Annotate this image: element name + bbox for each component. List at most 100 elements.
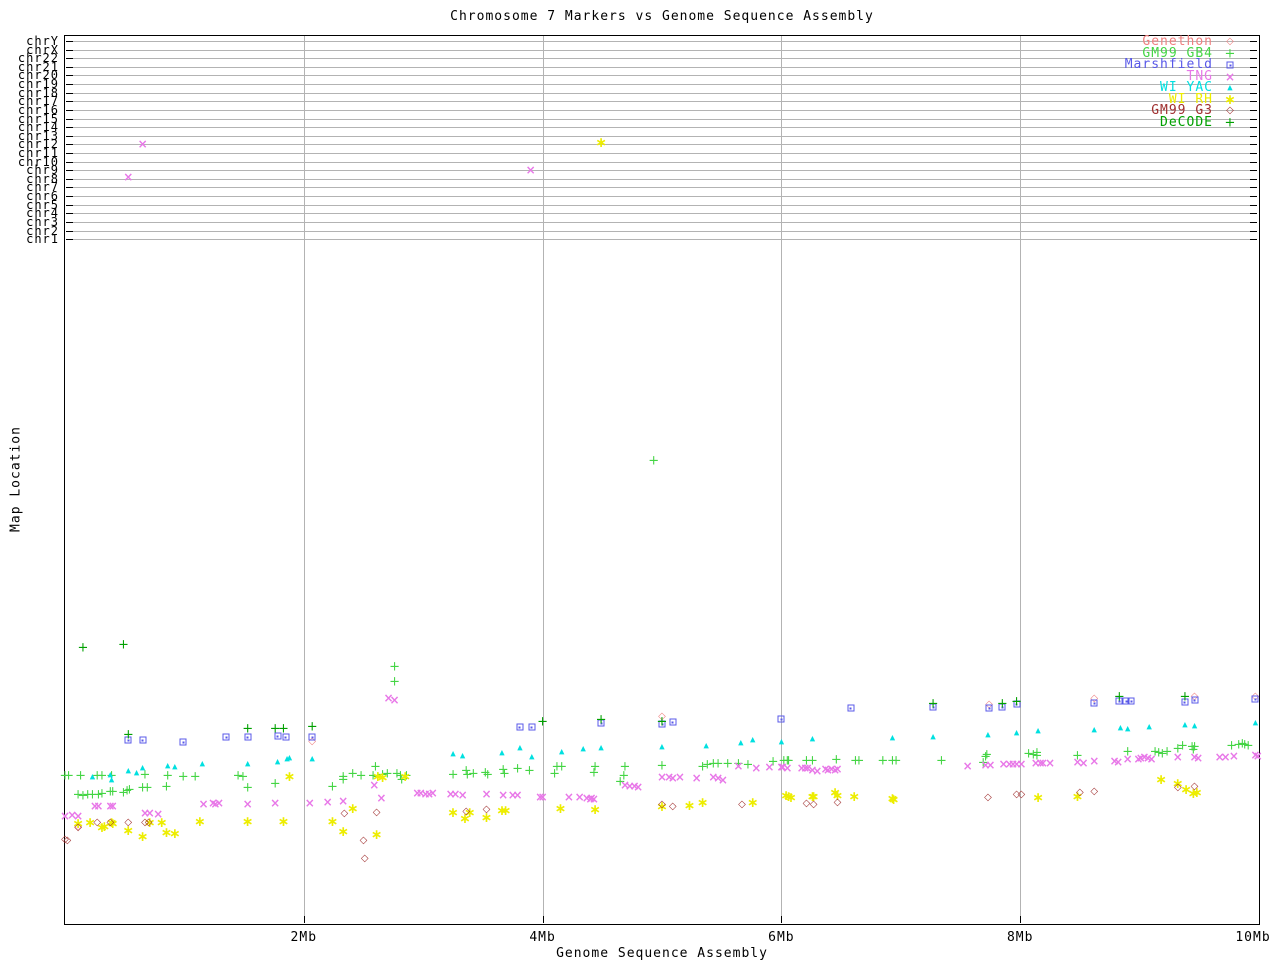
marker-tng: × bbox=[270, 796, 281, 810]
x-tick-label: 8Mb bbox=[1006, 930, 1034, 945]
left-tick bbox=[66, 178, 73, 180]
marker-decode: + bbox=[306, 719, 318, 735]
marker-tng: × bbox=[1045, 756, 1056, 770]
marker-wi-rh: ∗ bbox=[194, 814, 206, 830]
marker-tng: × bbox=[1089, 754, 1100, 768]
right-tick bbox=[1250, 101, 1257, 103]
marker-wi-yac: ▲ bbox=[703, 741, 709, 750]
marker-wi-rh: ∗ bbox=[595, 135, 607, 151]
marker-gm99-gb4: + bbox=[853, 753, 865, 769]
marker-wi-rh: ∗ bbox=[346, 801, 359, 817]
chromosome-gridline bbox=[66, 135, 1257, 137]
marker-gm99-g3: ◇ bbox=[360, 853, 369, 864]
right-tick bbox=[1250, 118, 1257, 120]
chromosome-gridline bbox=[66, 221, 1257, 223]
chart-canvas: Chromosome 7 Markers vs Genome Sequence … bbox=[0, 0, 1280, 961]
marker-wi-yac: ▲ bbox=[985, 730, 991, 739]
left-tick bbox=[66, 127, 73, 129]
chromosome-gridline bbox=[66, 152, 1257, 154]
marker-gm99-gb4: + bbox=[619, 759, 631, 775]
right-tick bbox=[1250, 196, 1257, 198]
marker-gm99-gb4: + bbox=[389, 659, 400, 675]
marker-wi-yac: ▲ bbox=[125, 766, 131, 775]
marker-wi-yac: ▲ bbox=[499, 748, 505, 757]
marker-tng: × bbox=[304, 796, 315, 810]
marker-gm99-gb4: + bbox=[648, 453, 660, 469]
marker-tng: × bbox=[198, 797, 209, 811]
x-tick-label: 10Mb bbox=[1235, 930, 1271, 945]
left-tick bbox=[66, 109, 73, 111]
marker-decode: + bbox=[927, 696, 939, 712]
left-tick bbox=[66, 144, 73, 146]
marker-wi-yac: ▲ bbox=[108, 775, 115, 784]
marker-gm99-g3: ◇ bbox=[738, 799, 746, 810]
marker-gm99-gb4: + bbox=[512, 761, 523, 777]
chromosome-gridline bbox=[66, 213, 1257, 215]
right-tick bbox=[1250, 92, 1257, 94]
right-tick bbox=[1250, 58, 1257, 60]
marker-tng: × bbox=[376, 791, 387, 805]
marker-wi-rh: ∗ bbox=[376, 770, 389, 786]
marker-gm99-gb4: + bbox=[722, 756, 734, 772]
marker-marshfield bbox=[139, 736, 147, 744]
marker-gm99-gb4: + bbox=[524, 763, 535, 779]
x-tick-label: 6Mb bbox=[768, 930, 795, 945]
marker-wi-yac: ▲ bbox=[309, 754, 315, 763]
marker-wi-yac: ▲ bbox=[1035, 726, 1041, 735]
x-tick-label: 4Mb bbox=[529, 930, 556, 945]
right-tick bbox=[1250, 127, 1257, 129]
marker-tng: × bbox=[1228, 749, 1239, 763]
marker-wi-yac: ▲ bbox=[244, 759, 251, 768]
marker-marshfield bbox=[1127, 697, 1135, 705]
marker-tng: × bbox=[213, 796, 225, 810]
marker-gm99-gb4: + bbox=[447, 767, 459, 783]
marker-tng: × bbox=[137, 137, 148, 151]
marker-wi-yac: ▲ bbox=[89, 772, 96, 781]
marker-marshfield bbox=[1191, 696, 1199, 704]
marker-marshfield bbox=[308, 733, 316, 741]
marker-marshfield bbox=[1251, 695, 1259, 703]
marker-marshfield bbox=[847, 704, 855, 712]
right-tick bbox=[1250, 213, 1257, 215]
marker-wi-rh: ∗ bbox=[683, 798, 696, 814]
marker-marshfield bbox=[669, 718, 677, 726]
marker-wi-yac: ▲ bbox=[172, 762, 178, 771]
chromosome-gridline bbox=[66, 161, 1257, 163]
marker-wi-yac: ▲ bbox=[459, 751, 466, 760]
marker-tng: × bbox=[1113, 755, 1124, 769]
marker-wi-yac: ▲ bbox=[750, 735, 756, 744]
right-tick bbox=[1250, 84, 1257, 86]
marker-tng: × bbox=[832, 762, 843, 776]
marker-marshfield-dot bbox=[849, 707, 852, 709]
marker-wi-rh: ∗ bbox=[785, 790, 797, 806]
marker-gm99-g3: ◇ bbox=[668, 801, 677, 812]
marker-gm99-gb4: + bbox=[389, 674, 400, 690]
legend-marker-gm99-gb4: + bbox=[1224, 46, 1236, 61]
marker-gm99-g3: ◇ bbox=[833, 797, 842, 808]
mb-gridline bbox=[303, 36, 305, 922]
marker-tng: × bbox=[1078, 756, 1089, 770]
marker-gm99-gb4: + bbox=[177, 769, 189, 785]
marker-marshfield-dot bbox=[182, 741, 185, 743]
legend-marker-wi-yac: ▲ bbox=[1227, 83, 1233, 92]
marker-tng: × bbox=[1193, 751, 1204, 765]
marker-wi-yac: ▲ bbox=[529, 752, 535, 761]
marker-wi-rh: ∗ bbox=[136, 829, 149, 845]
marker-gm99-g3: ◇ bbox=[144, 817, 153, 828]
marker-gm99-g3: ◇ bbox=[74, 822, 82, 833]
marker-decode: + bbox=[595, 712, 607, 728]
marker-gm99-g3: ◇ bbox=[359, 835, 368, 846]
marker-decode: + bbox=[1113, 689, 1125, 705]
marker-tng: × bbox=[93, 799, 104, 813]
marker-marshfield bbox=[222, 733, 230, 741]
marker-tng: × bbox=[389, 693, 400, 707]
marker-wi-rh: ∗ bbox=[241, 814, 254, 830]
marker-wi-yac: ▲ bbox=[559, 747, 565, 756]
left-tick bbox=[66, 196, 73, 198]
marker-tng: × bbox=[633, 780, 644, 794]
marker-wi-rh: ∗ bbox=[447, 805, 459, 821]
marker-tng: × bbox=[1252, 749, 1263, 763]
right-tick bbox=[1250, 178, 1257, 180]
marker-gm99-g3: ◇ bbox=[658, 799, 666, 810]
marker-wi-yac: ▲ bbox=[1124, 724, 1131, 733]
